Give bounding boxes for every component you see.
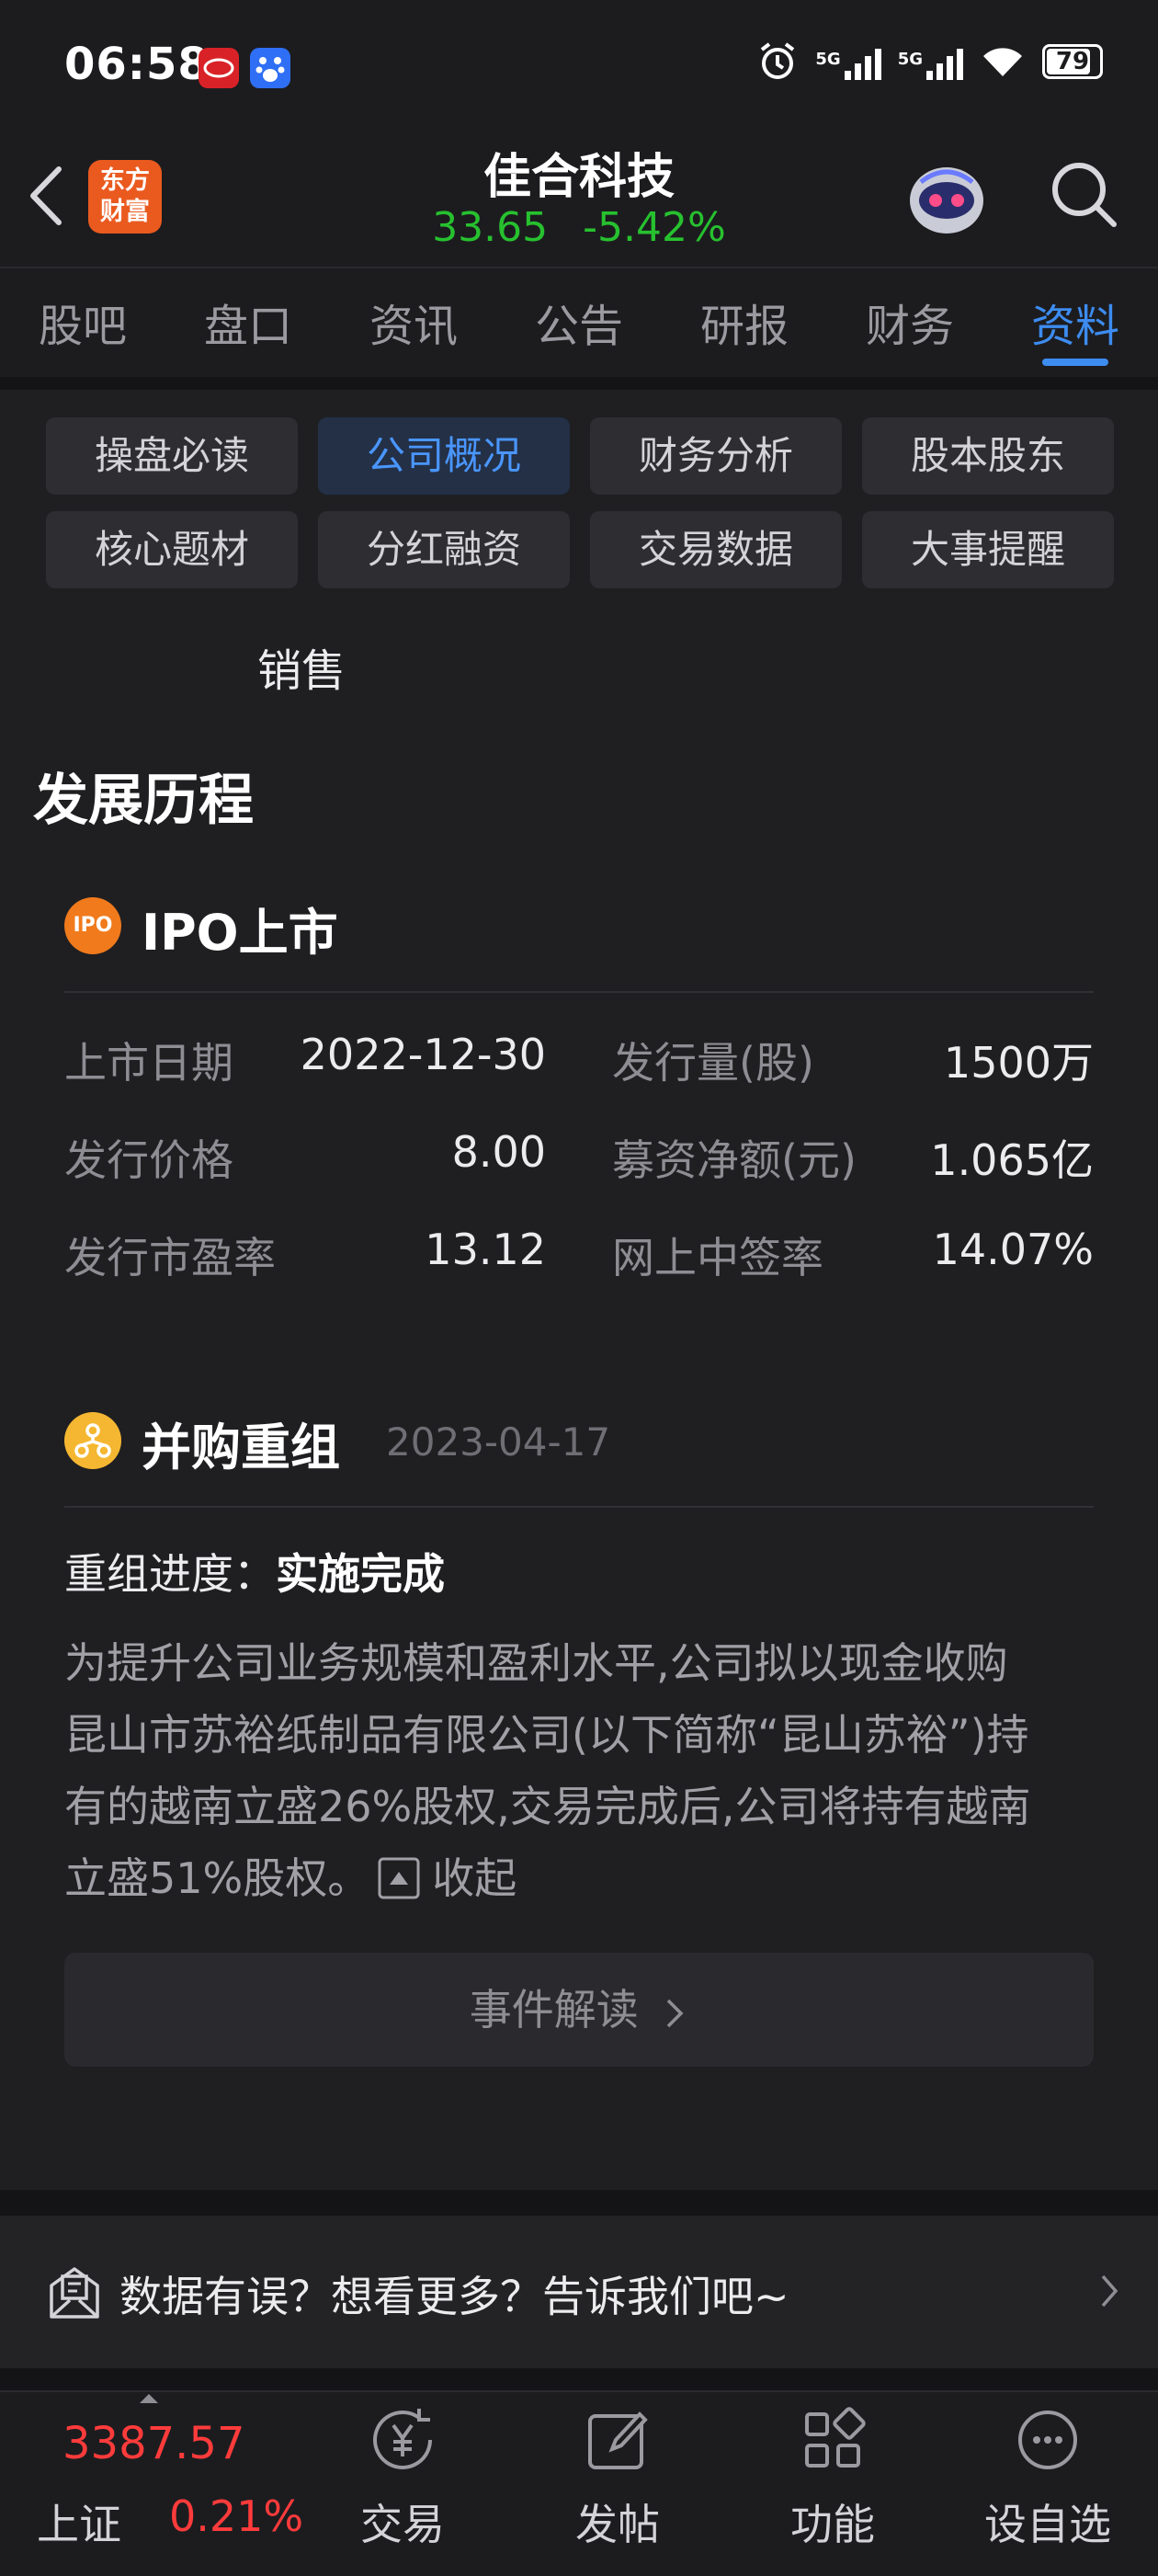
subtab-trading-data[interactable]: 交易数据: [590, 511, 842, 588]
stock-change: -5.42%: [583, 204, 726, 251]
tab-guba[interactable]: 股吧: [0, 268, 165, 379]
merger-date: 2023-04-17: [386, 1419, 611, 1465]
merger-description: 为提升公司业务规模和盈利水平,公司拟以现金收购 昆山市苏裕纸制品有限公司(以下简…: [64, 1627, 1103, 1914]
collapse-icon: [378, 1857, 420, 1899]
nav-post[interactable]: 发帖: [535, 2390, 700, 2574]
tab-news[interactable]: 资讯: [331, 268, 496, 379]
baidu-app-icon: [250, 48, 290, 88]
status-icons: 5G 5G 79: [756, 40, 1103, 83]
collapse-label: 收起: [432, 1853, 517, 1903]
nav-trade-label: 交易: [360, 2500, 445, 2549]
subtab-financial-analysis[interactable]: 财务分析: [590, 417, 842, 495]
search-icon[interactable]: [1048, 158, 1121, 232]
nav-functions-label: 功能: [790, 2500, 875, 2549]
stock-price: 33.65: [432, 204, 549, 251]
merger-description-line: 为提升公司业务规模和盈利水平,公司拟以现金收购: [64, 1638, 1008, 1688]
index-change: 0.21%: [169, 2491, 304, 2541]
merger-progress: 重组进度：实施完成: [64, 1541, 445, 1601]
tab-research[interactable]: 研报: [662, 268, 827, 379]
byd-app-icon: [199, 48, 239, 88]
robot-assistant-icon[interactable]: [903, 154, 991, 243]
tab-announcements[interactable]: 公告: [496, 268, 662, 379]
signal-icon-1: [844, 43, 881, 80]
event-interpretation-button[interactable]: 事件解读: [64, 1953, 1094, 2067]
index-name: 上证: [37, 2500, 121, 2549]
ipo-listing-date-value: 2022-12-30: [300, 1030, 546, 1079]
merger-description-line: 昆山市苏裕纸制品有限公司(以下简称“昆山苏裕”)持: [64, 1710, 1029, 1760]
feedback-envelope-icon: [50, 2267, 99, 2319]
merger-description-line: 立盛51%股权。: [64, 1853, 370, 1903]
functions-grid-icon: [805, 2407, 866, 2468]
subtab-shareholders[interactable]: 股本股东: [862, 417, 1114, 495]
wifi-icon: [983, 48, 1022, 76]
main-tabs: 股吧 盘口 资讯 公告 研报 财务 资料: [0, 267, 1158, 379]
ipo-divider: [64, 991, 1094, 993]
status-time: 06:58: [64, 39, 210, 90]
merger-progress-label: 重组进度：: [64, 1549, 276, 1599]
trade-yen-icon: [373, 2409, 432, 2469]
tab-pankou[interactable]: 盘口: [165, 268, 331, 379]
merger-icon: [64, 1412, 121, 1469]
alarm-icon: [761, 42, 795, 79]
bottom-divider: [0, 2368, 1158, 2390]
nav-post-label: 发帖: [575, 2500, 660, 2549]
index-ticker[interactable]: 3387.57 上证 0.21%: [0, 2390, 312, 2574]
ipo-title: IPO上市: [142, 904, 338, 962]
ipo-listing-date-label: 上市日期: [64, 1038, 233, 1088]
nav-trade[interactable]: 交易: [320, 2390, 485, 2574]
ipo-lottery-rate-label: 网上中签率: [612, 1233, 823, 1282]
feedback-chevron-icon: [1101, 2274, 1118, 2308]
collapse-button[interactable]: 收起: [377, 1842, 517, 1914]
nav-functions[interactable]: 功能: [750, 2390, 915, 2574]
ipo-pe-label: 发行市盈率: [64, 1233, 276, 1282]
feedback-bar[interactable]: 数据有误？想看更多？告诉我们吧~: [0, 2216, 1158, 2368]
ipo-issue-volume-label: 发行量(股): [612, 1038, 814, 1088]
nav-add-watchlist[interactable]: 设自选: [965, 2390, 1130, 2574]
history-title: 发展历程: [33, 769, 254, 833]
subtab-major-events[interactable]: 大事提醒: [862, 511, 1114, 588]
merger-progress-value: 实施完成: [276, 1549, 445, 1599]
merger-divider: [64, 1506, 1094, 1508]
ipo-net-proceeds-label: 募资净额(元): [612, 1135, 857, 1185]
network-type-1: 5G: [815, 50, 841, 69]
ipo-lottery-rate-value: 14.07%: [932, 1225, 1094, 1274]
subtab-trading-guide[interactable]: 操盘必读: [46, 417, 298, 495]
ipo-icon-text: IPO: [73, 914, 113, 937]
more-dots-icon: [1018, 2411, 1077, 2469]
ipo-net-proceeds-value: 1.065亿: [930, 1135, 1094, 1185]
chevron-right-icon: [667, 1999, 684, 2027]
tabs-divider: [0, 377, 1158, 390]
index-value: 3387.57: [62, 2418, 245, 2469]
partial-text: 销售: [257, 645, 346, 697]
signal-icon-2: [926, 43, 963, 80]
section-divider: [0, 2190, 1158, 2216]
event-interpretation-label: 事件解读: [469, 1985, 639, 2035]
subtab-company-overview[interactable]: 公司概况: [318, 417, 570, 495]
merger-description-line: 有的越南立盛26%股权,交易完成后,公司将持有越南: [64, 1782, 1031, 1831]
ipo-icon: IPO: [64, 897, 121, 954]
feedback-text: 数据有误？想看更多？告诉我们吧~: [119, 2272, 789, 2321]
battery-level: 79: [1055, 48, 1090, 75]
ipo-issue-volume-value: 1500万: [943, 1038, 1094, 1088]
post-edit-icon: [588, 2411, 648, 2469]
network-type-2: 5G: [897, 50, 923, 69]
ipo-issue-price-label: 发行价格: [64, 1135, 233, 1185]
battery-icon: 79: [1042, 44, 1103, 79]
tab-profile[interactable]: 资料: [993, 268, 1158, 379]
nav-add-watchlist-label: 设自选: [984, 2500, 1111, 2549]
merger-title: 并购重组: [142, 1419, 340, 1476]
subtab-core-themes[interactable]: 核心题材: [46, 511, 298, 588]
ipo-pe-value: 13.12: [425, 1225, 546, 1274]
ipo-issue-price-value: 8.00: [451, 1127, 546, 1177]
subtab-dividends[interactable]: 分红融资: [318, 511, 570, 588]
tab-finance[interactable]: 财务: [827, 268, 993, 379]
